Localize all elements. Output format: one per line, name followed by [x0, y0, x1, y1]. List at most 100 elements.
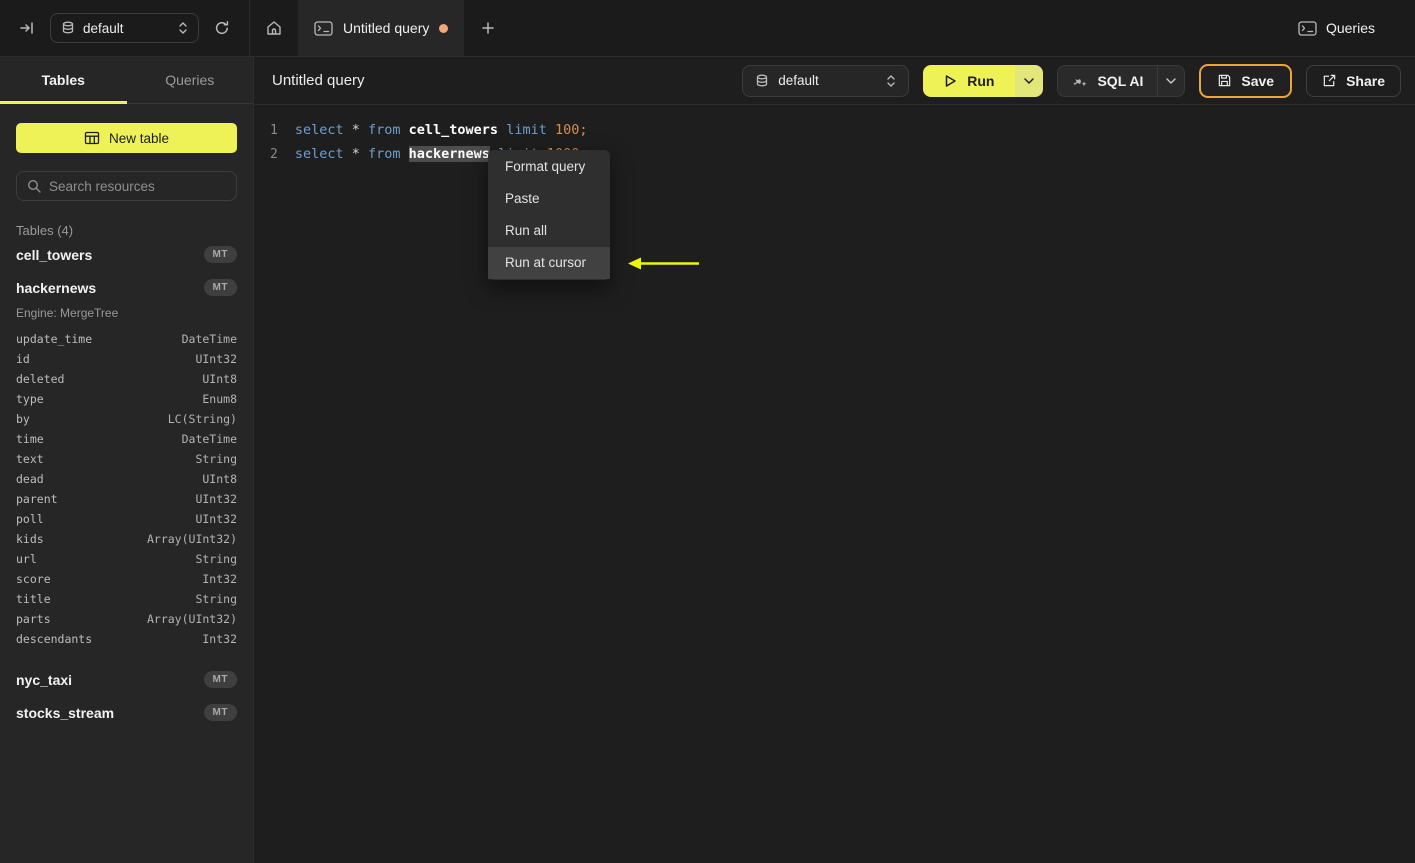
sidebar-tabs: Tables Queries [0, 57, 253, 104]
queries-button-label: Queries [1325, 20, 1375, 36]
sidebar: Tables Queries New table Tables (4) cell… [0, 57, 254, 863]
line-number: 2 [270, 146, 278, 162]
column-type: UInt32 [195, 512, 237, 526]
column-name: poll [16, 512, 44, 526]
queries-button[interactable]: Queries [1280, 0, 1393, 56]
editor-header: Untitled query default Run SQL AI Save S… [254, 57, 1415, 105]
tab-label: Untitled query [343, 20, 430, 36]
sidebar-content: New table Tables (4) cell_towersMThacker… [0, 104, 253, 729]
table-name: cell_towers [16, 246, 93, 263]
engine-badge: MT [203, 246, 237, 263]
column-name: id [16, 352, 30, 366]
code-token: hackernews [408, 146, 490, 162]
home-icon [267, 21, 281, 35]
code-token: from [368, 122, 409, 138]
run-options-button[interactable] [1015, 64, 1044, 97]
column-name: url [16, 552, 37, 566]
column-row: update_time DateTime [16, 329, 237, 349]
table-row[interactable]: cell_towers MT [16, 238, 237, 271]
engine-badge: MT [203, 704, 237, 721]
column-row: by LC(String) [16, 409, 237, 429]
table-icon [84, 131, 100, 145]
code-token: 100; [554, 122, 588, 138]
sidebar-tab-queries-label: Queries [165, 72, 215, 88]
column-row: descendants Int32 [16, 629, 237, 649]
unsaved-indicator-dot [439, 23, 449, 33]
sidebar-tab-tables-label: Tables [41, 72, 85, 88]
column-row: id UInt32 [16, 349, 237, 369]
home-tab[interactable] [250, 0, 298, 56]
run-button[interactable]: Run [923, 64, 1016, 97]
column-name: time [16, 432, 44, 446]
column-type: String [195, 452, 237, 466]
column-type: String [195, 592, 237, 606]
line-number: 1 [270, 122, 278, 138]
sql-ai-button[interactable]: SQL AI [1058, 66, 1157, 96]
chevron-updown-icon [887, 74, 895, 87]
table-row[interactable]: hackernews MT [16, 271, 237, 304]
context-menu-item[interactable]: Run at cursor [488, 247, 610, 279]
column-name: kids [16, 532, 44, 546]
search-resources-box [16, 171, 237, 201]
collapse-sidebar-button[interactable] [14, 15, 40, 41]
sql-ai-button-group: SQL AI [1057, 64, 1186, 97]
database-selector-value: default [83, 20, 124, 36]
search-resources-input[interactable] [49, 178, 226, 194]
top-bar: default Untitled query Queries [0, 0, 1415, 57]
table-row[interactable]: stocks_stream MT [16, 696, 237, 729]
column-name: deleted [16, 372, 65, 386]
database-selector-value: default [778, 73, 819, 88]
code-text: select * from cell_towers limit 100; [278, 122, 588, 138]
new-table-button[interactable]: New table [16, 123, 237, 153]
refresh-button[interactable] [209, 15, 235, 41]
table-engine-label: Engine: MergeTree [16, 306, 119, 320]
table-name: nyc_taxi [16, 671, 73, 688]
chevron-down-icon [1024, 77, 1035, 84]
plus-icon [482, 22, 495, 34]
column-name: score [16, 572, 51, 586]
column-row: parent UInt32 [16, 489, 237, 509]
column-name: type [16, 392, 44, 406]
column-type: Array(UInt32) [146, 612, 237, 626]
column-type: Int32 [202, 572, 237, 586]
database-selector[interactable]: default [742, 64, 910, 97]
context-menu-item[interactable]: Run all [488, 215, 610, 247]
run-button-group: Run [923, 64, 1044, 97]
column-row: poll UInt32 [16, 509, 237, 529]
column-row: kids Array(UInt32) [16, 529, 237, 549]
column-row: deleted UInt8 [16, 369, 237, 389]
column-type: UInt32 [195, 492, 237, 506]
sidebar-tab-queries[interactable]: Queries [127, 57, 254, 103]
column-row: text String [16, 449, 237, 469]
database-selector[interactable]: default [50, 13, 199, 43]
column-type: LC(String) [167, 412, 237, 426]
topbar-left: default [0, 0, 250, 56]
database-icon [757, 74, 768, 86]
column-row: score Int32 [16, 569, 237, 589]
column-type: UInt8 [202, 372, 237, 386]
column-type: Int32 [202, 632, 237, 646]
database-icon [62, 21, 74, 34]
column-name: dead [16, 472, 44, 486]
share-button[interactable]: Share [1306, 64, 1401, 97]
tab-untitled-query[interactable]: Untitled query [298, 0, 465, 56]
column-type: UInt32 [195, 352, 237, 366]
play-icon [946, 74, 956, 87]
column-row: parts Array(UInt32) [16, 609, 237, 629]
sql-ai-options-button[interactable] [1157, 65, 1184, 96]
query-title: Untitled query [272, 72, 365, 89]
code-line: 2select * from hackernews limit 1000 [254, 142, 1415, 166]
sidebar-tab-tables[interactable]: Tables [0, 57, 127, 104]
save-button[interactable]: Save [1199, 63, 1293, 98]
table-row[interactable]: nyc_taxi MT [16, 663, 237, 696]
sql-editor[interactable]: 1 select * from cell_towers limit 100; 2 se… [254, 105, 1415, 863]
context-menu-item[interactable]: Format query [488, 151, 610, 183]
column-type: Enum8 [202, 392, 237, 406]
column-type: String [195, 552, 237, 566]
table-name: hackernews [16, 279, 97, 296]
new-tab-button[interactable] [464, 0, 512, 56]
context-menu-item[interactable]: Paste [488, 183, 610, 215]
engine-badge: MT [203, 671, 237, 688]
